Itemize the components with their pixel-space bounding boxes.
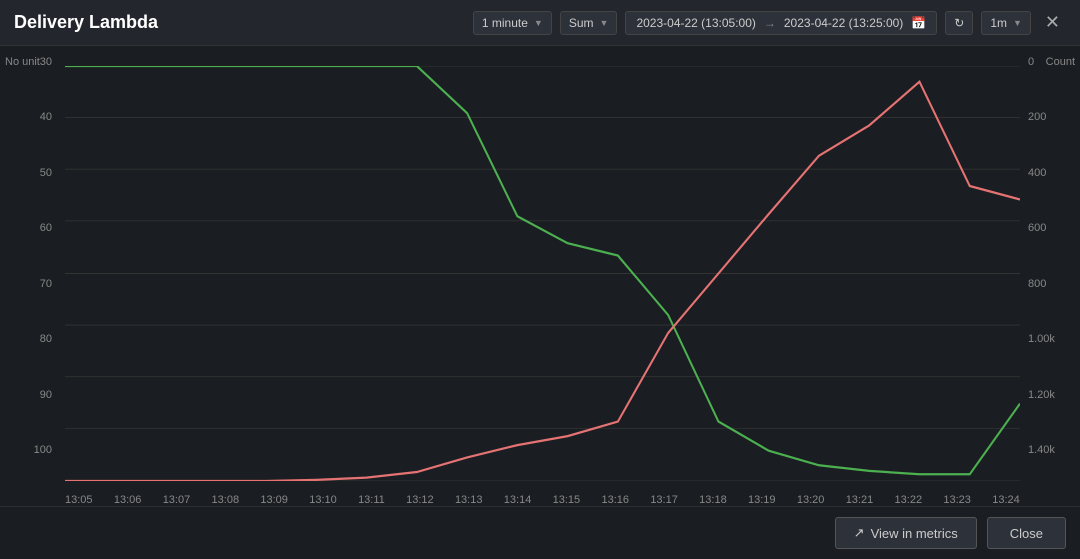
x-tick: 13:07	[163, 494, 191, 506]
x-tick: 13:18	[699, 494, 727, 506]
chart-svg	[65, 66, 1020, 481]
interval-dropdown[interactable]: 1 minute ▼	[473, 11, 552, 35]
y-right-tick: 1.20k	[1028, 389, 1055, 401]
x-tick: 13:21	[846, 494, 874, 506]
y-left-tick: 50	[40, 167, 52, 179]
header: Delivery Lambda 1 minute ▼ Sum ▼ 2023-04…	[0, 0, 1080, 46]
y-right-tick: 1.40k	[1028, 444, 1055, 456]
y-left-tick: 70	[40, 278, 52, 290]
x-tick: 13:20	[797, 494, 825, 506]
x-tick: 13:16	[601, 494, 629, 506]
stat-arrow-icon: ▼	[600, 18, 609, 28]
interval-label: 1 minute	[482, 16, 528, 30]
x-tick: 13:09	[260, 494, 288, 506]
y-axis-right: 1.40k 1.20k 1.00k 800 600 400 200 0	[1020, 56, 1080, 456]
grid-lines	[65, 66, 1020, 481]
y-left-tick: 30	[40, 56, 52, 68]
chart-svg-container	[65, 66, 1020, 481]
refresh-button[interactable]: ↻	[945, 11, 973, 35]
view-metrics-label: View in metrics	[871, 526, 958, 541]
y-right-tick: 800	[1028, 278, 1046, 290]
x-tick: 13:11	[358, 494, 385, 506]
x-tick: 13:06	[114, 494, 142, 506]
y-right-tick: 1.00k	[1028, 333, 1055, 345]
y-left-tick: 100	[34, 444, 52, 456]
external-link-icon: ↗	[854, 525, 865, 541]
close-button[interactable]: ✕	[1039, 10, 1066, 35]
x-tick: 13:24	[992, 494, 1020, 506]
stat-label: Sum	[569, 16, 594, 30]
header-controls: 1 minute ▼ Sum ▼ 2023-04-22 (13:05:00) →…	[473, 10, 1066, 35]
date-start: 2023-04-22 (13:05:00)	[636, 16, 755, 30]
refresh-interval-label: 1m	[990, 16, 1007, 30]
x-tick: 13:14	[504, 494, 532, 506]
x-tick: 13:12	[406, 494, 434, 506]
x-tick: 13:19	[748, 494, 776, 506]
x-tick: 13:05	[65, 494, 93, 506]
x-tick: 13:08	[212, 494, 240, 506]
interval-arrow-icon: ▼	[534, 18, 543, 28]
x-axis: 13:05 13:06 13:07 13:08 13:09 13:10 13:1…	[65, 494, 1020, 506]
page-title: Delivery Lambda	[14, 12, 463, 33]
y-left-tick: 40	[40, 111, 52, 123]
y-right-tick: 400	[1028, 167, 1046, 179]
errors-line	[65, 82, 1020, 481]
success-rate-line	[65, 66, 1020, 474]
y-right-tick: 200	[1028, 111, 1046, 123]
chart-wrapper: No unit Count 100 90 80 70 60 50 40 30 1…	[0, 46, 1080, 536]
date-arrow-icon: →	[764, 16, 776, 30]
footer: ↗ View in metrics Close	[0, 506, 1080, 559]
date-range-picker[interactable]: 2023-04-22 (13:05:00) → 2023-04-22 (13:2…	[625, 11, 937, 35]
x-tick: 13:22	[895, 494, 923, 506]
x-tick: 13:10	[309, 494, 337, 506]
close-footer-label: Close	[1010, 526, 1043, 541]
calendar-icon[interactable]: 📅	[911, 16, 926, 30]
y-right-tick: 0	[1028, 56, 1034, 68]
stat-dropdown[interactable]: Sum ▼	[560, 11, 618, 35]
x-tick: 13:13	[455, 494, 483, 506]
refresh-interval-arrow-icon: ▼	[1013, 18, 1022, 28]
x-tick: 13:17	[650, 494, 678, 506]
date-end: 2023-04-22 (13:25:00)	[784, 16, 903, 30]
y-right-tick: 600	[1028, 222, 1046, 234]
refresh-icon: ↻	[954, 16, 964, 30]
refresh-interval-dropdown[interactable]: 1m ▼	[981, 11, 1031, 35]
y-left-tick: 60	[40, 222, 52, 234]
x-tick: 13:15	[553, 494, 581, 506]
x-tick: 13:23	[943, 494, 971, 506]
view-metrics-button[interactable]: ↗ View in metrics	[835, 517, 977, 549]
y-left-tick: 80	[40, 333, 52, 345]
close-footer-button[interactable]: Close	[987, 517, 1066, 549]
y-axis-left: 100 90 80 70 60 50 40 30	[0, 56, 60, 456]
y-left-tick: 90	[40, 389, 52, 401]
